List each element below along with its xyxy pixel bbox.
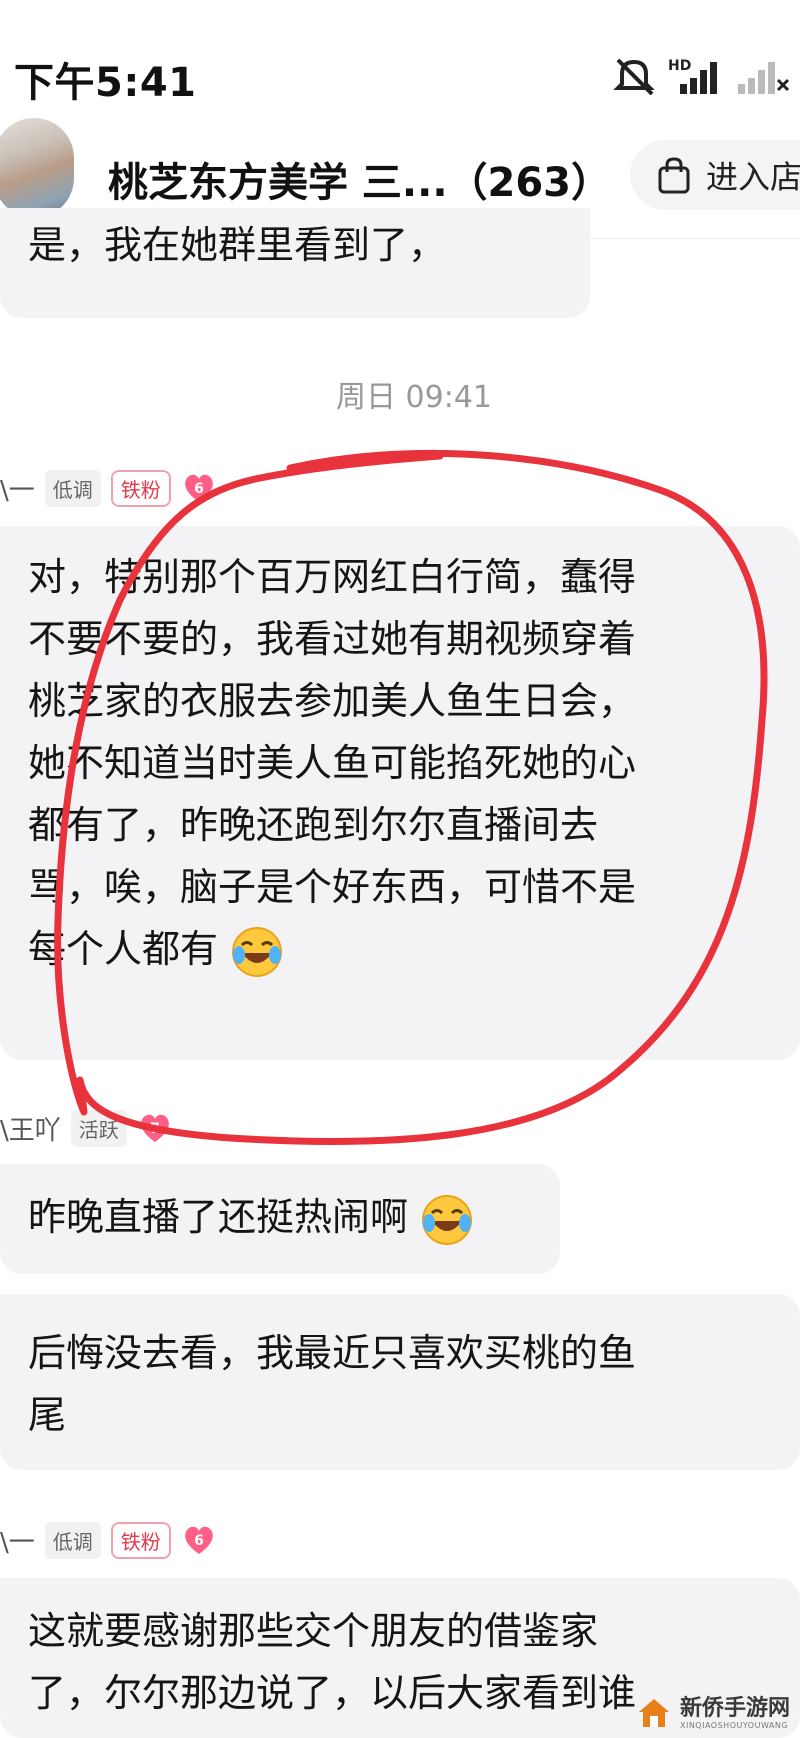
message-text: 昨晚直播了还挺热闹啊 [28, 1195, 409, 1239]
message-bubble: 后悔没去看，我最近只喜欢买桃的鱼 尾 [0, 1294, 800, 1470]
status-bar: 下午5:41 HD [0, 0, 800, 110]
status-icons: HD [612, 56, 790, 96]
watermark-subtext: XINQIAOSHOUYOUWANG [679, 1720, 789, 1730]
sender-name[interactable]: \一 [0, 1522, 35, 1559]
laughing-crying-emoji-icon [232, 926, 283, 977]
group-title[interactable]: 桃芝东方美学 三...（263） [108, 150, 611, 208]
message-line: 尾 [28, 1393, 67, 1437]
laughing-crying-emoji-icon [422, 1194, 473, 1245]
message-line-last: 每个人都有 [28, 918, 782, 980]
enter-store-button[interactable]: 进入店 [630, 140, 800, 210]
status-time: 下午5:41 [14, 60, 197, 106]
message-bubble: 是，我在她群里看到了， [0, 208, 590, 318]
group-avatar[interactable] [0, 118, 74, 218]
message-line: 每个人都有 [28, 927, 219, 971]
hd-signal-icon: HD [668, 58, 717, 94]
watermark-text-block: 新侨手游网 XINQIAOSHOUYOUWANG [679, 1695, 790, 1730]
shopping-bag-icon [658, 157, 690, 194]
member-tag: 低调 [44, 1521, 101, 1559]
sender-meta: \王吖 活跃 7 [0, 1108, 173, 1148]
member-tag: 活跃 [70, 1109, 127, 1147]
sender-name[interactable]: \王吖 [0, 1110, 61, 1147]
sender-meta: \一 低调 铁粉 6 [0, 468, 217, 508]
mute-bell-icon [613, 58, 655, 96]
signal-weak-icon [738, 62, 790, 94]
level-number: 6 [194, 481, 204, 497]
house-logo-icon [638, 1699, 669, 1727]
message-line: 她不知道当时美人鱼可能掐死她的心 [28, 741, 637, 785]
sender-name[interactable]: \一 [0, 470, 35, 507]
level-heart-icon: 6 [184, 474, 213, 502]
svg-text:HD: HD [668, 58, 691, 74]
message-text: 是，我在她群里看到了， [28, 223, 447, 267]
member-tag: 低调 [44, 469, 101, 507]
level-number: 6 [194, 1533, 204, 1549]
message-line: 不要不要的，我看过她有期视频穿着 [28, 617, 637, 661]
level-heart-icon: 6 [184, 1526, 213, 1554]
message-bubble: 昨晚直播了还挺热闹啊 [0, 1164, 560, 1274]
message-line: 后悔没去看，我最近只喜欢买桃的鱼 [28, 1331, 637, 1375]
message-line: 桃芝家的衣服去参加美人鱼生日会， [28, 679, 637, 723]
level-number: 7 [150, 1121, 160, 1137]
fan-badge: 铁粉 [110, 1521, 171, 1559]
message-bubble: 对，特别那个百万网红白行简，蠢得 不要不要的，我看过她有期视频穿着 桃芝家的衣服… [0, 526, 800, 1060]
timestamp: 周日 09:41 [336, 380, 492, 415]
message-line: 这就要感谢那些交个朋友的借鉴家 [28, 1609, 599, 1653]
message-line: 对，特别那个百万网红白行简，蠢得 [28, 555, 637, 599]
watermark: 新侨手游网 XINQIAOSHOUYOUWANG [636, 1696, 790, 1730]
watermark-text: 新侨手游网 [679, 1695, 790, 1721]
level-heart-icon: 7 [140, 1114, 169, 1142]
enter-store-label: 进入店 [706, 158, 800, 196]
message-line: 骂，唉，脑子是个好东西，可惜不是 [28, 865, 637, 909]
sender-meta: \一 低调 铁粉 6 [0, 1520, 217, 1560]
message-line: 都有了，昨晚还跑到尔尔直播间去 [28, 803, 599, 847]
fan-badge: 铁粉 [110, 469, 171, 507]
